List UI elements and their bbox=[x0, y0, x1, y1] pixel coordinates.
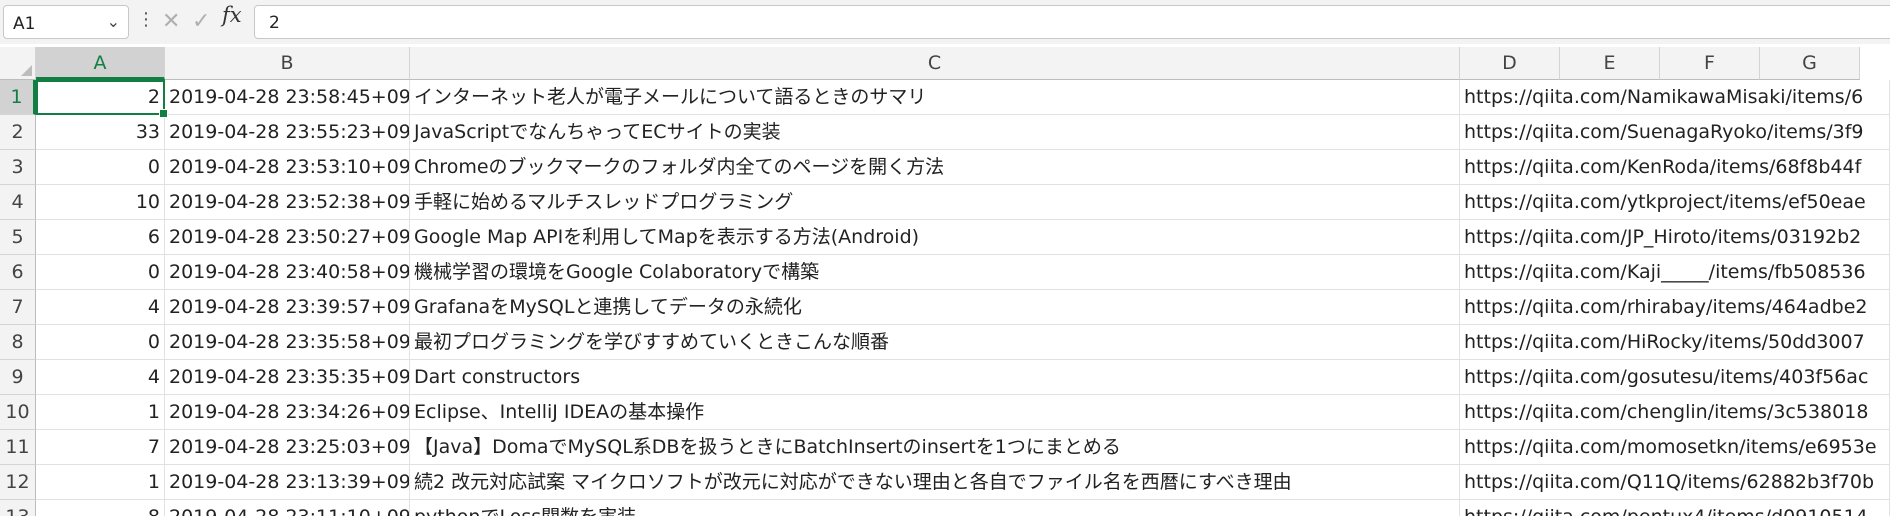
name-box-value: A1 bbox=[13, 14, 36, 34]
column-header-d[interactable]: D bbox=[1460, 47, 1560, 80]
column-header-e[interactable]: E bbox=[1560, 47, 1660, 80]
cell-c[interactable]: Eclipse、IntelliJ IDEAの基本操作 bbox=[410, 395, 1460, 430]
row-header[interactable]: 13 bbox=[0, 500, 36, 516]
spreadsheet-grid: A B C D E F G 1 2 2019-04-28 23:58:45+09 インターネット老人… bbox=[0, 47, 1890, 516]
name-box[interactable]: A1 ⌄ bbox=[3, 5, 129, 39]
cell-c[interactable]: 続2 改元対応試案 マイクロソフトが改元に対応ができない理由と各自でファイル名を… bbox=[410, 465, 1460, 500]
more-options-icon[interactable]: ⋮ bbox=[137, 9, 155, 31]
cell-b[interactable]: 2019-04-28 23:34:26+09 bbox=[165, 395, 410, 430]
cell-a[interactable]: 0 bbox=[36, 255, 165, 290]
cell-c[interactable]: 機械学習の環境をGoogle Colaboratoryで構築 bbox=[410, 255, 1460, 290]
row-header[interactable]: 1 bbox=[0, 80, 36, 115]
cell-a[interactable]: 0 bbox=[36, 325, 165, 360]
cell-c[interactable]: 手軽に始めるマルチスレッドプログラミング bbox=[410, 185, 1460, 220]
cell-c[interactable]: インターネット老人が電子メールについて語るときのサマリ bbox=[410, 80, 1460, 115]
cell-b[interactable]: 2019-04-28 23:52:38+09 bbox=[165, 185, 410, 220]
cell-b[interactable]: 2019-04-28 23:35:58+09 bbox=[165, 325, 410, 360]
cell-d[interactable]: https://qiita.com/momosetkn/items/e6953e bbox=[1460, 430, 1890, 465]
cell-d[interactable]: https://qiita.com/rhirabay/items/464adbe… bbox=[1460, 290, 1890, 325]
cell-d[interactable]: https://qiita.com/Q11Q/items/62882b3f70b bbox=[1460, 465, 1890, 500]
cell-d[interactable]: https://qiita.com/Kaji_____/items/fb5085… bbox=[1460, 255, 1890, 290]
formula-bar: A1 ⌄ ⋮ ✕ ✓ fx 2 ⌄ bbox=[0, 0, 1890, 44]
row-header[interactable]: 6 bbox=[0, 255, 36, 290]
confirm-icon[interactable]: ✓ bbox=[192, 5, 210, 39]
cell-a[interactable]: 4 bbox=[36, 360, 165, 395]
cell-b[interactable]: 2019-04-28 23:13:39+09 bbox=[165, 465, 410, 500]
cell-a[interactable]: 1 bbox=[36, 395, 165, 430]
row-header[interactable]: 9 bbox=[0, 360, 36, 395]
select-all-triangle bbox=[21, 65, 32, 76]
cell-b[interactable]: 2019-04-28 23:50:27+09 bbox=[165, 220, 410, 255]
insert-function-icon[interactable]: fx bbox=[222, 3, 242, 27]
cell-b[interactable]: 2019-04-28 23:39:57+09 bbox=[165, 290, 410, 325]
column-header-a[interactable]: A bbox=[36, 47, 165, 80]
row-header[interactable]: 12 bbox=[0, 465, 36, 500]
row-header[interactable]: 4 bbox=[0, 185, 36, 220]
select-all-button[interactable] bbox=[0, 47, 36, 80]
cell-b[interactable]: 2019-04-28 23:11:10+09 bbox=[165, 500, 410, 516]
cell-a[interactable]: 8 bbox=[36, 500, 165, 516]
formula-input-value: 2 bbox=[269, 13, 280, 33]
cell-b[interactable]: 2019-04-28 23:55:23+09 bbox=[165, 115, 410, 150]
row-header[interactable]: 2 bbox=[0, 115, 36, 150]
cell-c[interactable]: JavaScriptでなんちゃってECサイトの実装 bbox=[410, 115, 1460, 150]
cell-a[interactable]: 0 bbox=[36, 150, 165, 185]
cell-b[interactable]: 2019-04-28 23:58:45+09 bbox=[165, 80, 410, 115]
cell-c[interactable]: 最初プログラミングを学びすすめていくときこんな順番 bbox=[410, 325, 1460, 360]
cell-a[interactable]: 2 bbox=[36, 80, 165, 115]
formula-input[interactable]: 2 ⌄ bbox=[254, 5, 1890, 39]
row-header[interactable]: 7 bbox=[0, 290, 36, 325]
column-header-b[interactable]: B bbox=[165, 47, 410, 80]
row-header[interactable]: 3 bbox=[0, 150, 36, 185]
cell-d[interactable]: https://qiita.com/pentux4/items/d0910514 bbox=[1460, 500, 1890, 516]
cell-c[interactable]: Google Map APIを利用してMapを表示する方法(Android) bbox=[410, 220, 1460, 255]
row-header[interactable]: 10 bbox=[0, 395, 36, 430]
cell-b[interactable]: 2019-04-28 23:53:10+09 bbox=[165, 150, 410, 185]
cell-d[interactable]: https://qiita.com/chenglin/items/3c53801… bbox=[1460, 395, 1890, 430]
cell-a[interactable]: 1 bbox=[36, 465, 165, 500]
cell-a[interactable]: 33 bbox=[36, 115, 165, 150]
cell-a[interactable]: 6 bbox=[36, 220, 165, 255]
cell-c[interactable]: pythonでLoss関数を実装 bbox=[410, 500, 1460, 516]
column-header-f[interactable]: F bbox=[1660, 47, 1760, 80]
cell-d[interactable]: https://qiita.com/ytkproject/items/ef50e… bbox=[1460, 185, 1890, 220]
chevron-down-icon[interactable]: ⌄ bbox=[107, 12, 120, 31]
cell-c[interactable]: 【Java】DomaでMySQL系DBを扱うときにBatchInsertのins… bbox=[410, 430, 1460, 465]
cell-a[interactable]: 4 bbox=[36, 290, 165, 325]
cell-c[interactable]: Chromeのブックマークのフォルダ内全てのページを開く方法 bbox=[410, 150, 1460, 185]
cell-d[interactable]: https://qiita.com/HiRocky/items/50dd3007 bbox=[1460, 325, 1890, 360]
cell-d[interactable]: https://qiita.com/KenRoda/items/68f8b44f bbox=[1460, 150, 1890, 185]
cell-b[interactable]: 2019-04-28 23:40:58+09 bbox=[165, 255, 410, 290]
row-header[interactable]: 11 bbox=[0, 430, 36, 465]
column-header-c[interactable]: C bbox=[410, 47, 1460, 80]
cell-a[interactable]: 7 bbox=[36, 430, 165, 465]
row-header[interactable]: 5 bbox=[0, 220, 36, 255]
column-header-g[interactable]: G bbox=[1760, 47, 1860, 80]
row-header[interactable]: 8 bbox=[0, 325, 36, 360]
cell-d[interactable]: https://qiita.com/JP_Hiroto/items/03192b… bbox=[1460, 220, 1890, 255]
cell-c[interactable]: Dart constructors bbox=[410, 360, 1460, 395]
cancel-icon[interactable]: ✕ bbox=[162, 5, 180, 39]
cell-b[interactable]: 2019-04-28 23:25:03+09 bbox=[165, 430, 410, 465]
cell-d[interactable]: https://qiita.com/NamikawaMisaki/items/6 bbox=[1460, 80, 1890, 115]
cell-a[interactable]: 10 bbox=[36, 185, 165, 220]
cell-b[interactable]: 2019-04-28 23:35:35+09 bbox=[165, 360, 410, 395]
cell-d[interactable]: https://qiita.com/gosutesu/items/403f56a… bbox=[1460, 360, 1890, 395]
cell-d[interactable]: https://qiita.com/SuenagaRyoko/items/3f9 bbox=[1460, 115, 1890, 150]
cell-c[interactable]: GrafanaをMySQLと連携してデータの永続化 bbox=[410, 290, 1460, 325]
